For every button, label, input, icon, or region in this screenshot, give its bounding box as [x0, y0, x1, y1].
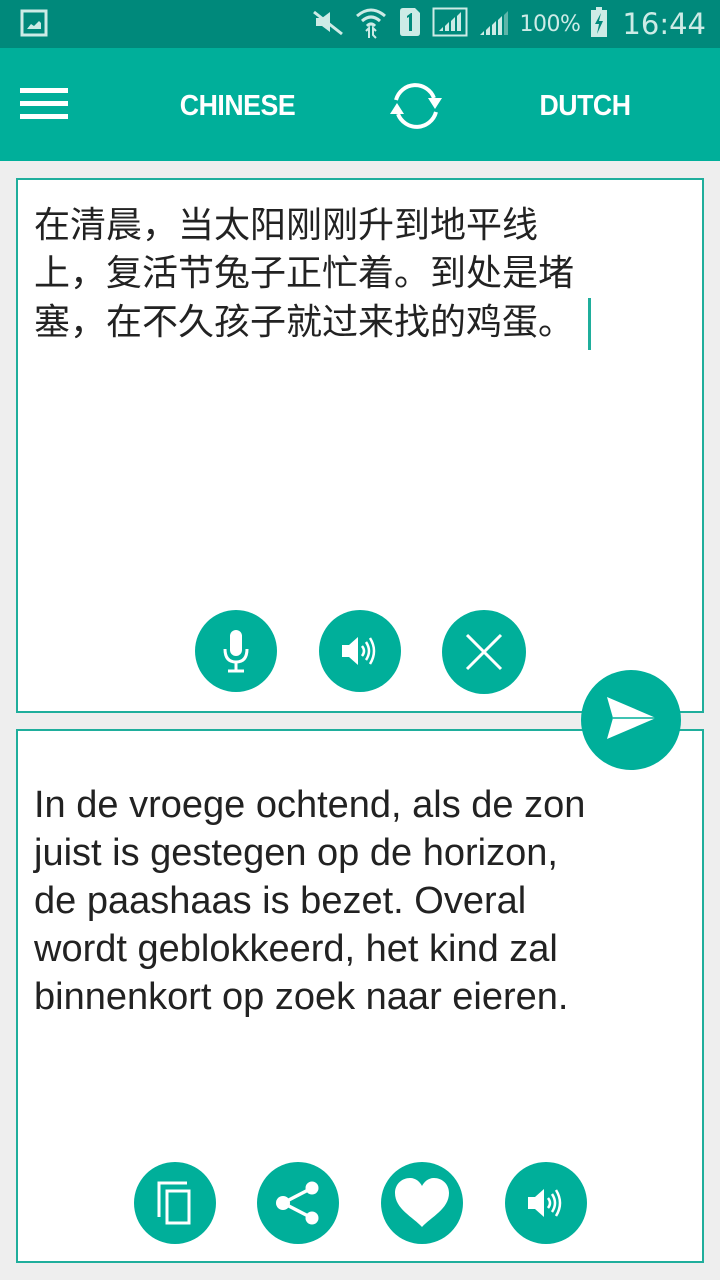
translation-panel: In de vroege ochtend, als de zon juist i… — [16, 729, 704, 1263]
send-icon — [604, 695, 658, 745]
target-language-button[interactable]: DUTCH — [525, 86, 645, 126]
translation-text-line: de paashaas is bezet. Overal — [34, 880, 527, 922]
close-icon — [464, 632, 504, 672]
copy-icon — [157, 1181, 193, 1225]
translate-send-button[interactable] — [581, 670, 681, 770]
copy-button[interactable] — [134, 1162, 216, 1244]
sim-1-icon — [398, 7, 422, 41]
translation-text: In de vroege ochtend, als de zon juist i… — [34, 781, 684, 1021]
translation-text-line: binnenkort op zoek naar eieren. — [34, 976, 569, 1018]
share-button[interactable] — [257, 1162, 339, 1244]
speak-source-button[interactable] — [319, 610, 401, 692]
battery-percent: 100% — [519, 11, 581, 37]
battery-charging-icon — [590, 6, 608, 42]
source-text-panel: 在清晨，当太阳刚刚升到地平线 上，复活节兔子正忙着。到处是堵 塞，在不久孩子就过… — [16, 178, 704, 713]
hamburger-menu-icon[interactable] — [20, 86, 68, 122]
translation-text-line: wordt geblokkeerd, het kind zal — [34, 928, 558, 970]
source-language-button[interactable]: CHINESE — [166, 86, 309, 126]
status-bar: 100% 16:44 — [0, 0, 720, 48]
microphone-icon — [221, 629, 251, 673]
clear-button[interactable] — [442, 610, 526, 694]
swap-languages-icon[interactable] — [382, 76, 450, 136]
mute-icon — [312, 8, 344, 40]
translation-text-line: In de vroege ochtend, als de zon — [34, 784, 586, 826]
gallery-notification-icon — [20, 9, 48, 37]
source-text-line: 在清晨，当太阳刚刚升到地平线 — [34, 205, 539, 246]
translation-text-line: juist is gestegen op de horizon, — [34, 832, 558, 874]
microphone-button[interactable] — [195, 610, 277, 692]
heart-icon — [393, 1177, 451, 1229]
source-text-input[interactable]: 在清晨，当太阳刚刚升到地平线 上，复活节兔子正忙着。到处是堵 塞，在不久孩子就过… — [34, 202, 674, 350]
clock: 16:44 — [622, 7, 706, 41]
signal-icon — [478, 7, 510, 41]
speaker-icon — [340, 634, 380, 668]
favorite-button[interactable] — [381, 1162, 463, 1244]
speak-translation-button[interactable] — [505, 1162, 587, 1244]
status-icons: 100% 16:44 — [312, 0, 706, 48]
signal-icon — [432, 7, 468, 41]
text-cursor — [588, 298, 592, 350]
wifi-icon — [354, 5, 388, 43]
source-text-line: 上，复活节兔子正忙着。到处是堵 — [34, 253, 575, 294]
app-bar: CHINESE DUTCH — [0, 48, 720, 161]
share-icon — [274, 1181, 322, 1225]
speaker-icon — [526, 1186, 566, 1220]
source-text-line: 塞，在不久孩子就过来找的鸡蛋。 — [34, 302, 575, 343]
